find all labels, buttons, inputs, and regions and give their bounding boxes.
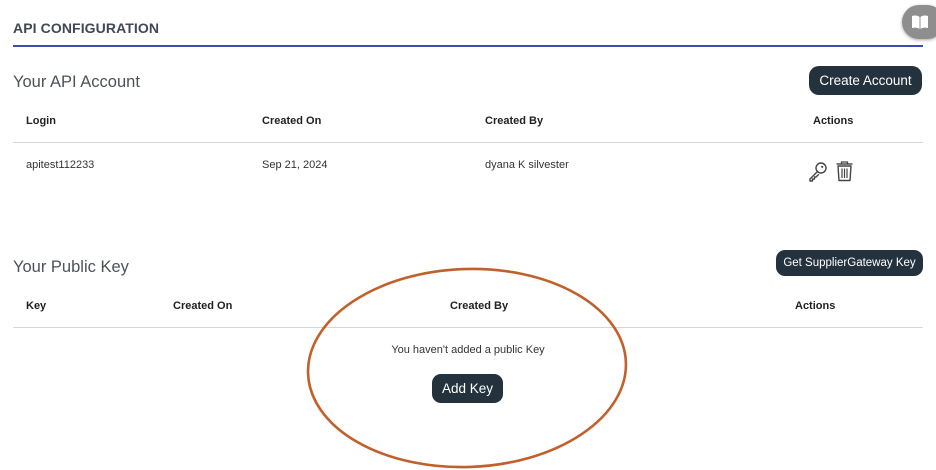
page-title: API CONFIGURATION bbox=[13, 20, 160, 36]
table-header-divider bbox=[13, 327, 923, 328]
column-header-key: Key bbox=[26, 300, 47, 312]
column-header-login: Login bbox=[26, 115, 56, 127]
table-header-divider bbox=[13, 142, 923, 143]
key-icon[interactable] bbox=[807, 160, 829, 182]
column-header-created-by: Created By bbox=[450, 300, 509, 312]
get-suppliergateway-key-button[interactable]: Get SupplierGateway Key bbox=[776, 250, 923, 276]
trash-icon[interactable] bbox=[835, 160, 854, 182]
cell-created-by: dyana K silvester bbox=[485, 159, 569, 171]
book-icon bbox=[912, 15, 928, 29]
cell-created-on: Sep 21, 2024 bbox=[262, 159, 328, 171]
add-key-button[interactable]: Add Key bbox=[432, 374, 503, 403]
column-header-created-by: Created By bbox=[485, 115, 544, 127]
cell-login: apitest112233 bbox=[26, 159, 95, 171]
help-book-button[interactable] bbox=[902, 5, 936, 39]
column-header-created-on: Created On bbox=[262, 115, 322, 127]
column-header-created-on: Created On bbox=[173, 300, 233, 312]
header-divider bbox=[13, 45, 923, 47]
column-header-actions: Actions bbox=[813, 115, 854, 127]
create-account-button[interactable]: Create Account bbox=[809, 66, 922, 95]
column-header-actions: Actions bbox=[795, 300, 836, 312]
public-key-title: Your Public Key bbox=[13, 258, 129, 276]
api-account-title: Your API Account bbox=[13, 73, 140, 91]
empty-state-message: You haven't added a public Key bbox=[391, 344, 545, 356]
